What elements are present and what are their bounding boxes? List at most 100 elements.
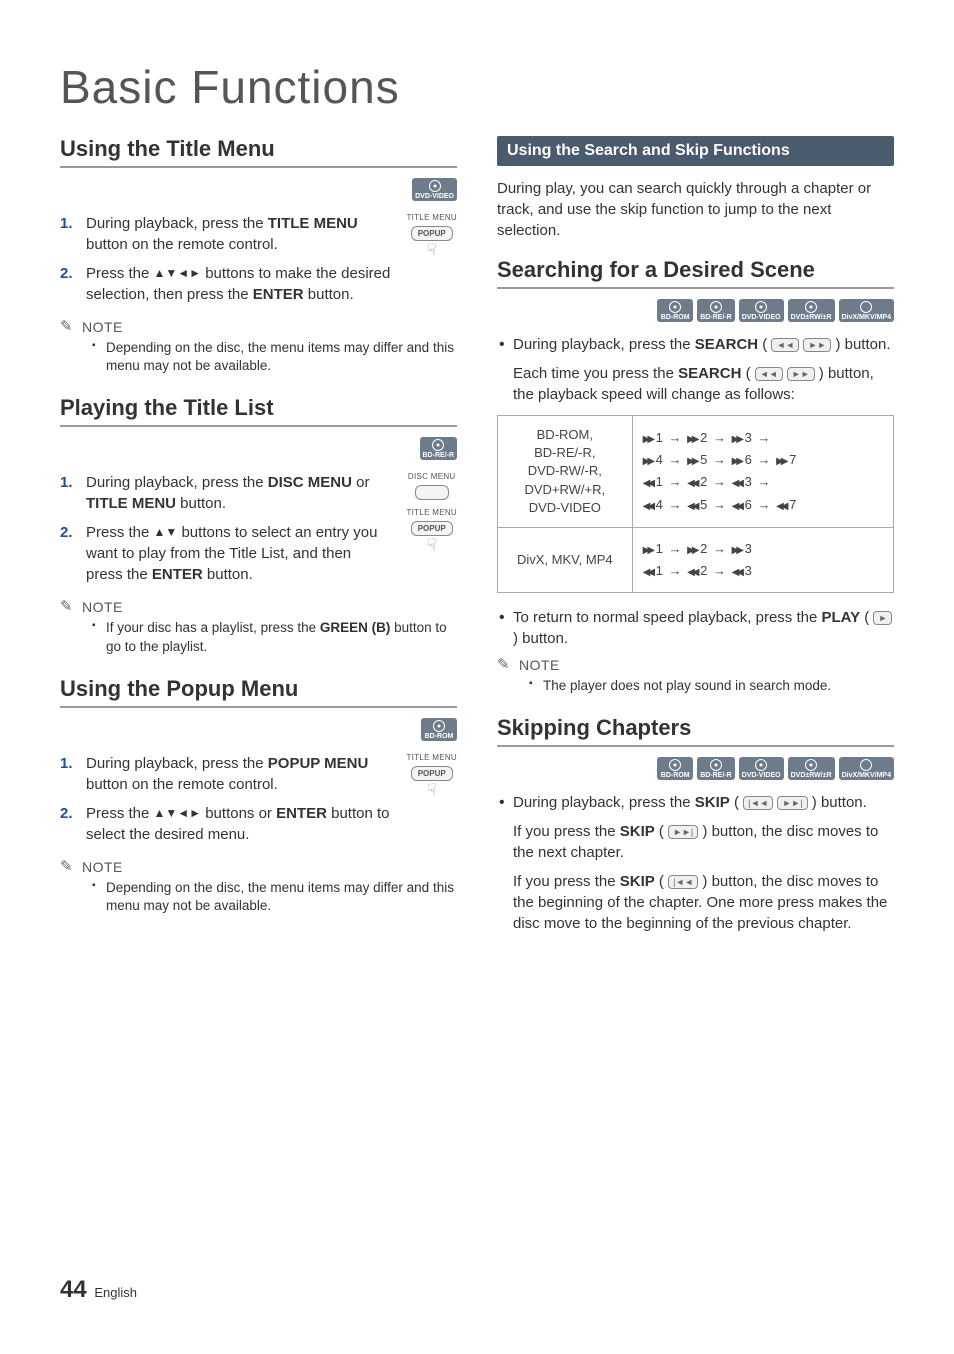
rw-icon <box>643 475 652 492</box>
steps-list: 1. During playback, press the TITLE MENU… <box>60 213 390 305</box>
play-icon: ► <box>873 611 892 625</box>
step-number: 2. <box>60 803 76 845</box>
badge-label: DVD-VIDEO <box>415 193 454 200</box>
badge-row: BD-RE/-R <box>60 437 457 460</box>
note-list: If your disc has a playlist, press the G… <box>60 619 457 655</box>
step-text: During playback, press the POPUP MENU bu… <box>86 753 390 795</box>
step-number: 1. <box>60 472 76 514</box>
skip-prev-icon: |◄◄ <box>668 875 698 889</box>
section-title-popup-menu: Using the Popup Menu <box>60 676 457 708</box>
section-title-skip-chapters: Skipping Chapters <box>497 715 894 747</box>
remote-label-title-menu: TITLE MENU <box>406 213 457 222</box>
rewind-icon: ◄◄ <box>755 367 783 381</box>
badge-label: BD-RE/-R <box>700 772 732 779</box>
steps-list: 1. During playback, press the DISC MENU … <box>60 472 390 585</box>
note-list: The player does not play sound in search… <box>497 677 894 695</box>
bullet-item: To return to normal speed playback, pres… <box>497 607 894 649</box>
section-title-title-list: Playing the Title List <box>60 395 457 427</box>
note-header: NOTE <box>497 657 894 673</box>
disc-icon <box>710 759 722 771</box>
disc-icon <box>710 301 722 313</box>
step-item: 2. Press the ▲▼◄► buttons to make the de… <box>60 263 390 305</box>
file-icon <box>860 759 872 771</box>
badge-bdre: BD-RE/-R <box>420 437 458 460</box>
hand-icon: ☟ <box>406 538 457 554</box>
intro-paragraph: During play, you can search quickly thro… <box>497 178 894 241</box>
remote-label-disc-menu: DISC MENU <box>406 472 457 481</box>
note-list: Depending on the disc, the menu items ma… <box>60 879 457 915</box>
table-row: DivX, MKV, MP4 1 → 2 → 3 1 → 2 → 3 <box>498 527 894 592</box>
badge-label: DVD±RW/±R <box>791 772 832 779</box>
note-icon <box>497 657 513 673</box>
rewind-icon: ◄◄ <box>771 338 799 352</box>
sub-paragraph: If you press the SKIP ( ►►| ) button, th… <box>497 821 894 863</box>
right-column: Using the Search and Skip Functions Duri… <box>497 136 894 942</box>
disc-icon <box>805 759 817 771</box>
badge-bdre: BD-RE/-R <box>697 299 735 322</box>
step-number: 1. <box>60 213 76 255</box>
badge-row: BD-ROM <box>60 718 457 741</box>
step-number: 2. <box>60 522 76 585</box>
note-icon <box>60 319 76 335</box>
note-item: Depending on the disc, the menu items ma… <box>92 879 457 915</box>
note-icon <box>60 859 76 875</box>
badge-row: DVD-VIDEO <box>60 178 457 201</box>
arrow-glyphs-icon: ▲▼◄► <box>154 266 202 280</box>
note-item: If your disc has a playlist, press the G… <box>92 619 457 655</box>
note-icon <box>60 599 76 615</box>
badge-bdrom: BD-ROM <box>657 757 693 780</box>
bullet-list: To return to normal speed playback, pres… <box>497 607 894 649</box>
hand-icon: ☟ <box>406 243 457 259</box>
badge-label: DVD-VIDEO <box>742 314 781 321</box>
disc-icon <box>432 439 444 451</box>
table-cell-speeds: 1 → 2 → 3 1 → 2 → 3 <box>632 527 893 592</box>
section-bar-search-skip: Using the Search and Skip Functions <box>497 136 894 166</box>
step-text: Press the ▲▼◄► buttons or ENTER button t… <box>86 803 390 845</box>
disc-icon <box>669 301 681 313</box>
badge-row: BD-ROM BD-RE/-R DVD-VIDEO DVD±RW/±R DivX… <box>497 757 894 780</box>
page-language: English <box>94 1285 137 1300</box>
badge-divx: DivX/MKV/MP4 <box>839 299 894 322</box>
hand-icon: ☟ <box>406 783 457 799</box>
bullet-list: During playback, press the SEARCH ( ◄◄ ►… <box>497 334 894 355</box>
skip-next-icon: ►►| <box>668 825 698 839</box>
step-text: During playback, press the TITLE MENU bu… <box>86 213 390 255</box>
step-item: 1. During playback, press the TITLE MENU… <box>60 213 390 255</box>
skip-prev-icon: |◄◄ <box>743 796 773 810</box>
arrow-glyphs-icon: ▲▼◄► <box>154 806 202 820</box>
table-cell-media: DivX, MKV, MP4 <box>498 527 633 592</box>
disc-icon <box>429 180 441 192</box>
badge-label: DVD±RW/±R <box>791 314 832 321</box>
arrow-glyphs-icon: ▲▼ <box>154 525 178 539</box>
speed-table: BD-ROM, BD-RE/-R, DVD-RW/-R, DVD+RW/+R, … <box>497 415 894 593</box>
remote-button-popup: POPUP <box>411 226 453 241</box>
steps-list: 1. During playback, press the POPUP MENU… <box>60 753 390 845</box>
badge-dvdrw: DVD±RW/±R <box>788 757 835 780</box>
badge-label: DivX/MKV/MP4 <box>842 772 891 779</box>
badge-dvdvideo: DVD-VIDEO <box>739 299 784 322</box>
note-item: The player does not play sound in search… <box>529 677 894 695</box>
badge-label: BD-ROM <box>425 733 454 740</box>
fastforward-icon: ►► <box>787 367 815 381</box>
section-title-search-scene: Searching for a Desired Scene <box>497 257 894 289</box>
step-text: Press the ▲▼ buttons to select an entry … <box>86 522 390 585</box>
remote-label-title-menu: TITLE MENU <box>406 508 457 517</box>
skip-next-icon: ►►| <box>777 796 807 810</box>
step-text: During playback, press the DISC MENU or … <box>86 472 390 514</box>
step-item: 1. During playback, press the DISC MENU … <box>60 472 390 514</box>
disc-icon <box>669 759 681 771</box>
bullet-item: During playback, press the SKIP ( |◄◄ ►►… <box>497 792 894 813</box>
step-number: 2. <box>60 263 76 305</box>
badge-bdre: BD-RE/-R <box>697 757 735 780</box>
file-icon <box>860 301 872 313</box>
note-header: NOTE <box>60 599 457 615</box>
badge-label: DVD-VIDEO <box>742 772 781 779</box>
disc-icon <box>755 301 767 313</box>
section-title-title-menu: Using the Title Menu <box>60 136 457 168</box>
note-header: NOTE <box>60 319 457 335</box>
disc-icon <box>433 720 445 732</box>
page-footer: 44 English <box>60 1276 137 1304</box>
badge-label: BD-RE/-R <box>700 314 732 321</box>
remote-button-popup: POPUP <box>411 521 453 536</box>
page-number: 44 <box>60 1276 87 1303</box>
